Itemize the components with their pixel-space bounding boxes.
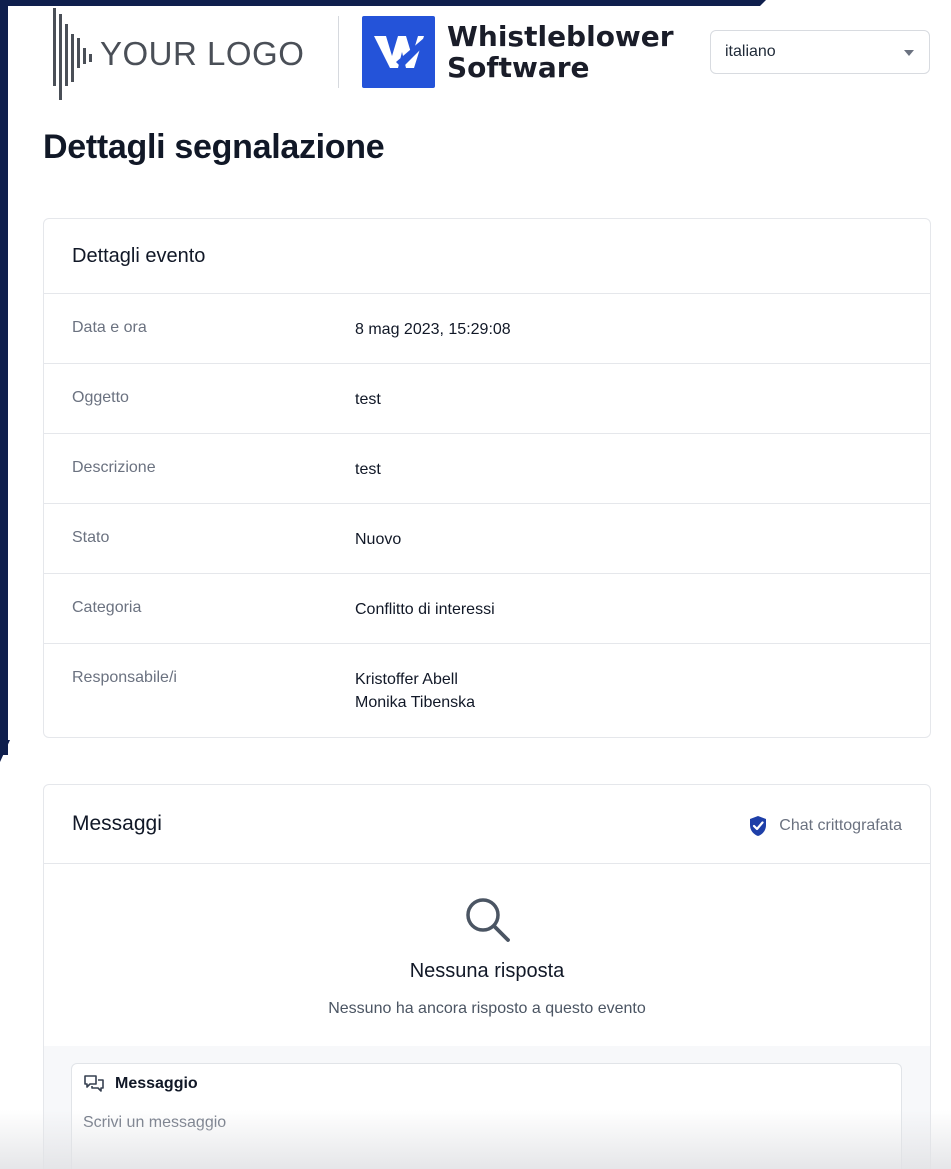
your-logo-bars-icon (53, 8, 92, 100)
frame-left-bar-tip (0, 740, 10, 762)
detail-label: Oggetto (72, 389, 129, 406)
language-select[interactable]: italiano (710, 30, 930, 74)
details-card-title: Dettagli evento (44, 219, 930, 294)
detail-value: Nuovo (355, 531, 402, 548)
detail-label: Stato (72, 529, 110, 546)
messages-title: Messaggi (72, 812, 162, 835)
frame-left-bar (0, 0, 8, 755)
details-card: Dettagli evento Data e ora 8 mag 2023, 1… (43, 218, 931, 738)
whistleblower-logo-icon (362, 16, 435, 88)
messages-header: Messaggi Chat crittografata (44, 785, 930, 864)
detail-value: test (355, 391, 381, 408)
detail-value-list: Kristoffer Abell Monika Tibenska (355, 668, 475, 714)
detail-label: Data e ora (72, 319, 147, 336)
detail-row-category: Categoria Conflitto di interessi (44, 574, 930, 644)
language-select-value: italiano (725, 43, 776, 60)
encrypted-chat-badge: Chat crittografata (748, 815, 902, 837)
messages-card: Messaggi Chat crittografata Nessuna risp… (43, 784, 931, 1169)
chevron-down-icon (904, 50, 914, 56)
detail-label: Categoria (72, 599, 142, 616)
search-icon (466, 898, 510, 942)
message-input[interactable] (83, 1114, 883, 1132)
brand-line-2: Software (447, 51, 590, 84)
your-logo-text: YOUR LOGO (100, 35, 305, 72)
detail-row-subject: Oggetto test (44, 364, 930, 434)
empty-state-title: Nessuna risposta (409, 960, 565, 982)
detail-value: Conflitto di interessi (355, 601, 495, 618)
shield-check-icon (750, 816, 767, 836)
your-logo: YOUR LOGO (50, 8, 304, 100)
detail-value: 8 mag 2023, 15:29:08 (355, 321, 511, 338)
detail-row-date: Data e ora 8 mag 2023, 15:29:08 (44, 294, 930, 364)
assignee-name: Monika Tibenska (355, 694, 476, 711)
chat-bubbles-icon (84, 1075, 104, 1092)
compose-box: Messaggio (71, 1063, 902, 1169)
detail-label: Responsabile/i (72, 669, 177, 686)
detail-row-description: Descrizione test (44, 434, 930, 504)
compose-area: Messaggio (44, 1046, 930, 1169)
page: YOUR LOGO Whistleblower Software italian… (0, 0, 951, 1169)
empty-state: Nessuna risposta Nessuno ha ancora rispo… (44, 864, 930, 1046)
brand-name: Whistleblower Software (447, 21, 674, 83)
compose-label-text: Messaggio (115, 1075, 198, 1092)
brand-line-1: Whistleblower (447, 20, 674, 53)
detail-label: Descrizione (72, 459, 156, 476)
empty-state-subtitle: Nessuno ha ancora risposto a questo even… (328, 1000, 646, 1017)
compose-label: Messaggio (83, 1074, 198, 1094)
assignee-name: Kristoffer Abell (355, 671, 458, 688)
page-title: Dettagli segnalazione (43, 128, 385, 166)
detail-value: test (355, 461, 381, 478)
detail-row-status: Stato Nuovo (44, 504, 930, 574)
header: YOUR LOGO Whistleblower Software italian… (0, 0, 951, 110)
whistleblower-logo: Whistleblower Software (362, 16, 674, 88)
encrypted-chat-label: Chat crittografata (779, 817, 902, 834)
detail-row-assignees: Responsabile/i Kristoffer Abell Monika T… (44, 644, 930, 737)
logo-divider (338, 16, 339, 88)
